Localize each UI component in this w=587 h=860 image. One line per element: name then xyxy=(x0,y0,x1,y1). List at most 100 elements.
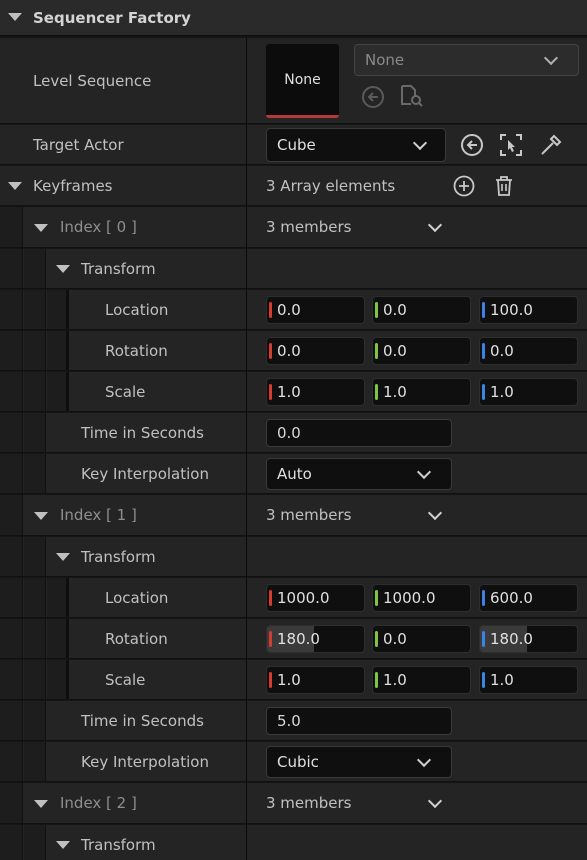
index-row[interactable]: Index [ 1 ] 3 members xyxy=(0,495,587,536)
index-row[interactable]: Index [ 0 ] 3 members xyxy=(0,207,587,248)
section-header[interactable]: Sequencer Factory xyxy=(0,0,587,36)
trash-icon[interactable] xyxy=(492,174,516,198)
rotation-row: Rotation 180.0 0.0 180.0 xyxy=(0,619,587,659)
rotation-x-field[interactable]: 0.0 xyxy=(266,337,365,365)
collapse-triangle-icon[interactable] xyxy=(56,553,70,561)
field-value: 100.0 xyxy=(490,301,533,319)
collapse-triangle-icon[interactable] xyxy=(8,182,22,190)
column-divider xyxy=(246,413,247,453)
axis-color-bar xyxy=(482,302,485,318)
target-actor-value: Cube xyxy=(277,136,316,154)
indent-guide xyxy=(0,742,23,781)
column-divider xyxy=(246,249,247,289)
rotation-y-field[interactable]: 0.0 xyxy=(372,625,471,653)
chevron-down-icon[interactable] xyxy=(427,217,443,233)
add-element-icon[interactable] xyxy=(452,174,476,198)
interpolation-value: Auto xyxy=(277,465,312,483)
field-value: 1.0 xyxy=(277,383,301,401)
location-z-field[interactable]: 600.0 xyxy=(479,584,578,612)
interpolation-combo[interactable]: Auto xyxy=(266,458,452,490)
axis-color-bar xyxy=(269,343,272,359)
section-title: Sequencer Factory xyxy=(33,8,191,27)
column-divider xyxy=(246,537,247,577)
column-divider xyxy=(246,701,247,741)
indent-guide xyxy=(24,372,46,411)
time-input[interactable]: 5.0 xyxy=(266,707,452,735)
location-x-field[interactable]: 1000.0 xyxy=(266,584,365,612)
indent-guide xyxy=(24,742,46,781)
select-actor-icon[interactable] xyxy=(498,132,524,158)
field-value: 5.0 xyxy=(277,712,301,730)
collapse-triangle-icon[interactable] xyxy=(34,800,48,808)
chevron-down-icon xyxy=(543,50,559,66)
keyframes-row[interactable]: Keyframes 3 Array elements xyxy=(0,166,587,206)
time-input[interactable]: 0.0 xyxy=(266,419,452,447)
rotation-y-field[interactable]: 0.0 xyxy=(372,337,471,365)
column-divider xyxy=(246,578,247,618)
scale-x-field[interactable]: 1.0 xyxy=(266,666,365,694)
browse-asset-icon[interactable] xyxy=(398,82,426,110)
axis-color-bar xyxy=(482,384,485,400)
transform-row[interactable]: Transform xyxy=(0,537,587,577)
location-row: Location 0.0 0.0 100.0 xyxy=(0,290,587,330)
location-z-field[interactable]: 100.0 xyxy=(479,296,578,324)
axis-color-bar xyxy=(269,672,272,688)
indent-guide xyxy=(47,331,69,370)
members-summary[interactable]: 3 members xyxy=(266,506,352,524)
axis-color-bar xyxy=(482,631,485,647)
rotation-z-field[interactable]: 180.0 xyxy=(479,625,578,653)
collapse-triangle-icon[interactable] xyxy=(56,265,70,273)
level-sequence-combo[interactable]: None xyxy=(354,44,579,76)
chevron-down-icon[interactable] xyxy=(427,505,443,521)
keyframes-summary: 3 Array elements xyxy=(266,176,396,195)
collapse-triangle-icon[interactable] xyxy=(34,224,48,232)
location-y-field[interactable]: 0.0 xyxy=(372,296,471,324)
asset-thumbnail[interactable]: None xyxy=(266,44,339,118)
indent-guide xyxy=(0,825,23,860)
column-divider xyxy=(246,660,247,700)
collapse-triangle-icon[interactable] xyxy=(8,13,22,21)
index-row[interactable]: Index [ 2 ] 3 members xyxy=(0,783,587,824)
use-selected-actor-icon[interactable] xyxy=(459,132,485,158)
members-summary[interactable]: 3 members xyxy=(266,794,352,812)
field-value: 600.0 xyxy=(490,589,533,607)
indent-guide xyxy=(0,783,23,823)
chevron-down-icon[interactable] xyxy=(427,793,443,809)
property-label: Transform xyxy=(81,259,156,278)
target-actor-combo[interactable]: Cube xyxy=(266,128,446,162)
scale-x-field[interactable]: 1.0 xyxy=(266,378,365,406)
scale-y-field[interactable]: 1.0 xyxy=(372,378,471,406)
scale-y-field[interactable]: 1.0 xyxy=(372,666,471,694)
location-y-field[interactable]: 1000.0 xyxy=(372,584,471,612)
indent-guide xyxy=(0,249,23,288)
members-summary[interactable]: 3 members xyxy=(266,218,352,236)
property-label: Rotation xyxy=(105,341,168,360)
scale-z-field[interactable]: 1.0 xyxy=(479,666,578,694)
collapse-triangle-icon[interactable] xyxy=(34,512,48,520)
eyedropper-icon[interactable] xyxy=(538,132,564,158)
indent-guide xyxy=(47,578,69,617)
axis-color-bar xyxy=(375,590,378,606)
indent-guide xyxy=(47,660,69,699)
indent-guide xyxy=(0,454,23,493)
scale-z-field[interactable]: 1.0 xyxy=(479,378,578,406)
indent-guide xyxy=(0,619,23,658)
use-selected-icon[interactable] xyxy=(360,84,386,110)
field-value: 1.0 xyxy=(490,671,514,689)
rotation-z-field[interactable]: 0.0 xyxy=(479,337,578,365)
axis-color-bar xyxy=(375,302,378,318)
rotation-x-field[interactable]: 180.0 xyxy=(266,625,365,653)
location-x-field[interactable]: 0.0 xyxy=(266,296,365,324)
interpolation-combo[interactable]: Cubic xyxy=(266,746,452,778)
transform-row[interactable]: Transform xyxy=(0,249,587,289)
property-label: Scale xyxy=(105,382,146,401)
property-label: Location xyxy=(105,300,169,319)
transform-row[interactable]: Transform xyxy=(0,825,587,860)
level-sequence-row: Level Sequence None None xyxy=(0,38,587,124)
collapse-triangle-icon[interactable] xyxy=(56,841,70,849)
indent-guide xyxy=(0,207,23,247)
indent-guide xyxy=(0,331,23,370)
time-row: Time in Seconds 5.0 xyxy=(0,701,587,741)
field-value: 1.0 xyxy=(383,383,407,401)
indent-guide xyxy=(24,701,46,740)
